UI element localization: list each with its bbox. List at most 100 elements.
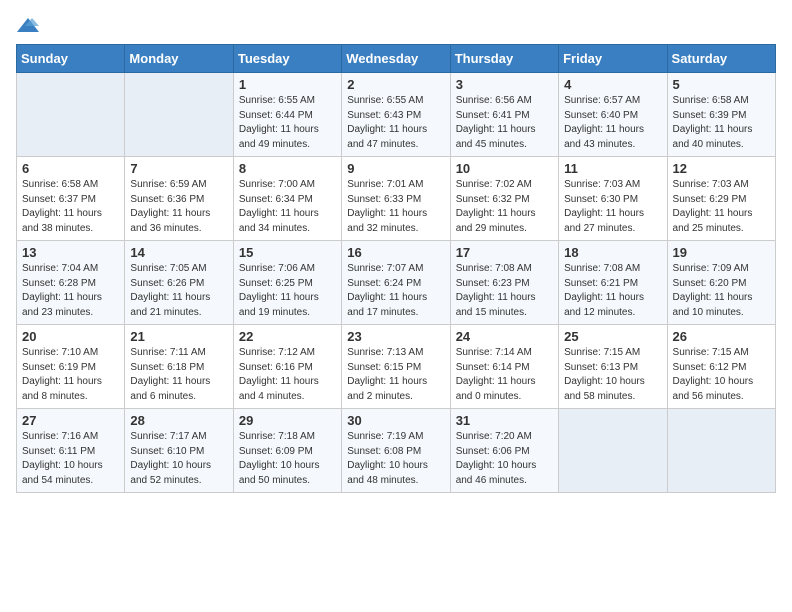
day-info: Sunrise: 7:08 AM Sunset: 6:23 PM Dayligh… <box>456 262 553 320</box>
calendar-cell: 16 Sunrise: 7:07 AM Sunset: 6:24 PM Dayli… <box>342 241 450 325</box>
calendar-cell: 24 Sunrise: 7:14 AM Sunset: 6:14 PM Dayli… <box>450 325 558 409</box>
day-number: 6 <box>22 161 119 176</box>
calendar-cell: 5 Sunrise: 6:58 AM Sunset: 6:39 PM Daylig… <box>667 73 775 157</box>
calendar-header: SundayMondayTuesdayWednesdayThursdayFrid… <box>17 45 776 73</box>
day-info: Sunrise: 7:12 AM Sunset: 6:16 PM Dayligh… <box>239 346 336 404</box>
day-info: Sunrise: 7:13 AM Sunset: 6:15 PM Dayligh… <box>347 346 444 404</box>
day-number: 20 <box>22 329 119 344</box>
calendar-cell: 30Sunrise: 7:19 AM Sunset: 6:08 PM Dayli… <box>342 409 450 493</box>
calendar-week-3: 13Sunrise: 7:04 AM Sunset: 6:28 PM Dayli… <box>17 241 776 325</box>
calendar-cell: 10 Sunrise: 7:02 AM Sunset: 6:32 PM Dayli… <box>450 157 558 241</box>
calendar-table: SundayMondayTuesdayWednesdayThursdayFrid… <box>16 44 776 493</box>
day-info: Sunrise: 7:02 AM Sunset: 6:32 PM Dayligh… <box>456 178 553 236</box>
calendar-cell: 15 Sunrise: 7:06 AM Sunset: 6:25 PM Dayli… <box>233 241 341 325</box>
day-info: Sunrise: 7:01 AM Sunset: 6:33 PM Dayligh… <box>347 178 444 236</box>
day-info: Sunrise: 6:56 AM Sunset: 6:41 PM Dayligh… <box>456 94 553 152</box>
day-info: Sunrise: 6:59 AM Sunset: 6:36 PM Dayligh… <box>130 178 227 236</box>
day-info: Sunrise: 7:03 AM Sunset: 6:30 PM Dayligh… <box>564 178 661 236</box>
day-number: 7 <box>130 161 227 176</box>
logo <box>16 16 40 34</box>
day-number: 5 <box>673 77 770 92</box>
day-info: Sunrise: 7:14 AM Sunset: 6:14 PM Dayligh… <box>456 346 553 404</box>
day-info: Sunrise: 7:18 AM Sunset: 6:09 PM Dayligh… <box>239 430 336 488</box>
day-info: Sunrise: 7:07 AM Sunset: 6:24 PM Dayligh… <box>347 262 444 320</box>
day-number: 12 <box>673 161 770 176</box>
day-info: Sunrise: 7:05 AM Sunset: 6:26 PM Dayligh… <box>130 262 227 320</box>
day-info: Sunrise: 7:06 AM Sunset: 6:25 PM Dayligh… <box>239 262 336 320</box>
day-info: Sunrise: 7:00 AM Sunset: 6:34 PM Dayligh… <box>239 178 336 236</box>
calendar-cell: 18 Sunrise: 7:08 AM Sunset: 6:21 PM Dayli… <box>559 241 667 325</box>
day-number: 23 <box>347 329 444 344</box>
day-number: 29 <box>239 413 336 428</box>
day-number: 3 <box>456 77 553 92</box>
calendar-cell: 20 Sunrise: 7:10 AM Sunset: 6:19 PM Dayli… <box>17 325 125 409</box>
calendar-cell: 26Sunrise: 7:15 AM Sunset: 6:12 PM Dayli… <box>667 325 775 409</box>
day-header-sunday: Sunday <box>17 45 125 73</box>
calendar-cell: 12 Sunrise: 7:03 AM Sunset: 6:29 PM Dayli… <box>667 157 775 241</box>
day-info: Sunrise: 7:11 AM Sunset: 6:18 PM Dayligh… <box>130 346 227 404</box>
day-number: 8 <box>239 161 336 176</box>
calendar-cell: 25 Sunrise: 7:15 AM Sunset: 6:13 PM Dayli… <box>559 325 667 409</box>
calendar-cell <box>125 73 233 157</box>
day-info: Sunrise: 6:58 AM Sunset: 6:37 PM Dayligh… <box>22 178 119 236</box>
day-info: Sunrise: 6:55 AM Sunset: 6:43 PM Dayligh… <box>347 94 444 152</box>
calendar-cell: 2 Sunrise: 6:55 AM Sunset: 6:43 PM Daylig… <box>342 73 450 157</box>
calendar-cell: 19Sunrise: 7:09 AM Sunset: 6:20 PM Dayli… <box>667 241 775 325</box>
calendar-cell: 14Sunrise: 7:05 AM Sunset: 6:26 PM Dayli… <box>125 241 233 325</box>
day-number: 22 <box>239 329 336 344</box>
day-info: Sunrise: 6:57 AM Sunset: 6:40 PM Dayligh… <box>564 94 661 152</box>
day-info: Sunrise: 7:20 AM Sunset: 6:06 PM Dayligh… <box>456 430 553 488</box>
page-header <box>16 16 776 34</box>
calendar-cell: 31 Sunrise: 7:20 AM Sunset: 6:06 PM Dayli… <box>450 409 558 493</box>
day-number: 16 <box>347 245 444 260</box>
day-number: 27 <box>22 413 119 428</box>
day-number: 4 <box>564 77 661 92</box>
day-info: Sunrise: 6:55 AM Sunset: 6:44 PM Dayligh… <box>239 94 336 152</box>
calendar-week-1: 1Sunrise: 6:55 AM Sunset: 6:44 PM Daylig… <box>17 73 776 157</box>
calendar-cell: 27Sunrise: 7:16 AM Sunset: 6:11 PM Dayli… <box>17 409 125 493</box>
day-header-saturday: Saturday <box>667 45 775 73</box>
day-number: 26 <box>673 329 770 344</box>
day-number: 31 <box>456 413 553 428</box>
calendar-cell: 3 Sunrise: 6:56 AM Sunset: 6:41 PM Daylig… <box>450 73 558 157</box>
day-header-wednesday: Wednesday <box>342 45 450 73</box>
day-number: 25 <box>564 329 661 344</box>
calendar-cell: 9 Sunrise: 7:01 AM Sunset: 6:33 PM Daylig… <box>342 157 450 241</box>
calendar-cell: 6 Sunrise: 6:58 AM Sunset: 6:37 PM Daylig… <box>17 157 125 241</box>
day-header-thursday: Thursday <box>450 45 558 73</box>
calendar-cell <box>667 409 775 493</box>
day-info: Sunrise: 7:15 AM Sunset: 6:13 PM Dayligh… <box>564 346 661 404</box>
calendar-cell: 8 Sunrise: 7:00 AM Sunset: 6:34 PM Daylig… <box>233 157 341 241</box>
day-number: 11 <box>564 161 661 176</box>
calendar-cell: 4 Sunrise: 6:57 AM Sunset: 6:40 PM Daylig… <box>559 73 667 157</box>
calendar-cell <box>17 73 125 157</box>
day-number: 15 <box>239 245 336 260</box>
day-info: Sunrise: 7:03 AM Sunset: 6:29 PM Dayligh… <box>673 178 770 236</box>
day-number: 18 <box>564 245 661 260</box>
calendar-cell: 28 Sunrise: 7:17 AM Sunset: 6:10 PM Dayli… <box>125 409 233 493</box>
calendar-cell <box>559 409 667 493</box>
day-number: 9 <box>347 161 444 176</box>
day-info: Sunrise: 7:10 AM Sunset: 6:19 PM Dayligh… <box>22 346 119 404</box>
calendar-cell: 7 Sunrise: 6:59 AM Sunset: 6:36 PM Daylig… <box>125 157 233 241</box>
calendar-cell: 22 Sunrise: 7:12 AM Sunset: 6:16 PM Dayli… <box>233 325 341 409</box>
day-info: Sunrise: 7:09 AM Sunset: 6:20 PM Dayligh… <box>673 262 770 320</box>
day-info: Sunrise: 6:58 AM Sunset: 6:39 PM Dayligh… <box>673 94 770 152</box>
day-number: 24 <box>456 329 553 344</box>
calendar-week-4: 20 Sunrise: 7:10 AM Sunset: 6:19 PM Dayli… <box>17 325 776 409</box>
calendar-cell: 29 Sunrise: 7:18 AM Sunset: 6:09 PM Dayli… <box>233 409 341 493</box>
day-header-monday: Monday <box>125 45 233 73</box>
calendar-week-5: 27Sunrise: 7:16 AM Sunset: 6:11 PM Dayli… <box>17 409 776 493</box>
day-info: Sunrise: 7:08 AM Sunset: 6:21 PM Dayligh… <box>564 262 661 320</box>
day-number: 28 <box>130 413 227 428</box>
calendar-cell: 13Sunrise: 7:04 AM Sunset: 6:28 PM Dayli… <box>17 241 125 325</box>
day-info: Sunrise: 7:17 AM Sunset: 6:10 PM Dayligh… <box>130 430 227 488</box>
calendar-cell: 23 Sunrise: 7:13 AM Sunset: 6:15 PM Dayli… <box>342 325 450 409</box>
calendar-cell: 11 Sunrise: 7:03 AM Sunset: 6:30 PM Dayli… <box>559 157 667 241</box>
day-number: 10 <box>456 161 553 176</box>
day-number: 21 <box>130 329 227 344</box>
calendar-cell: 1Sunrise: 6:55 AM Sunset: 6:44 PM Daylig… <box>233 73 341 157</box>
day-header-friday: Friday <box>559 45 667 73</box>
day-number: 2 <box>347 77 444 92</box>
calendar-cell: 21 Sunrise: 7:11 AM Sunset: 6:18 PM Dayli… <box>125 325 233 409</box>
